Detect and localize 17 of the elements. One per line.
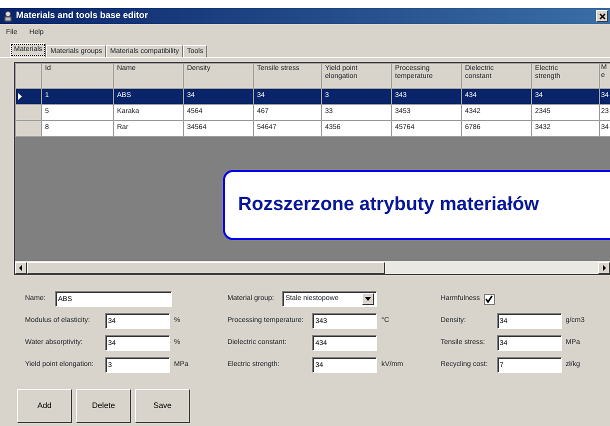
checkbox[interactable] xyxy=(484,294,495,304)
callout-banner: Rozszerzone atrybuty materiałów xyxy=(223,170,610,240)
current-row-icon xyxy=(18,93,22,100)
row-header[interactable] xyxy=(16,88,42,104)
action-button[interactable]: Save xyxy=(135,389,190,423)
dropdown-arrow-icon xyxy=(365,297,372,301)
scroll-left-button[interactable] xyxy=(15,262,27,274)
close-button[interactable] xyxy=(596,10,608,22)
close-icon xyxy=(598,12,606,20)
scroll-right-button[interactable] xyxy=(598,262,610,274)
corner-header xyxy=(16,64,42,88)
horizontal-scrollbar[interactable] xyxy=(15,261,610,274)
scrollbar-thumb[interactable] xyxy=(27,262,385,274)
app-icon xyxy=(3,10,13,22)
window-title: Materials and tools base editor xyxy=(16,9,148,22)
action-button[interactable]: Delete xyxy=(76,389,131,423)
action-button[interactable]: Add xyxy=(17,389,72,423)
